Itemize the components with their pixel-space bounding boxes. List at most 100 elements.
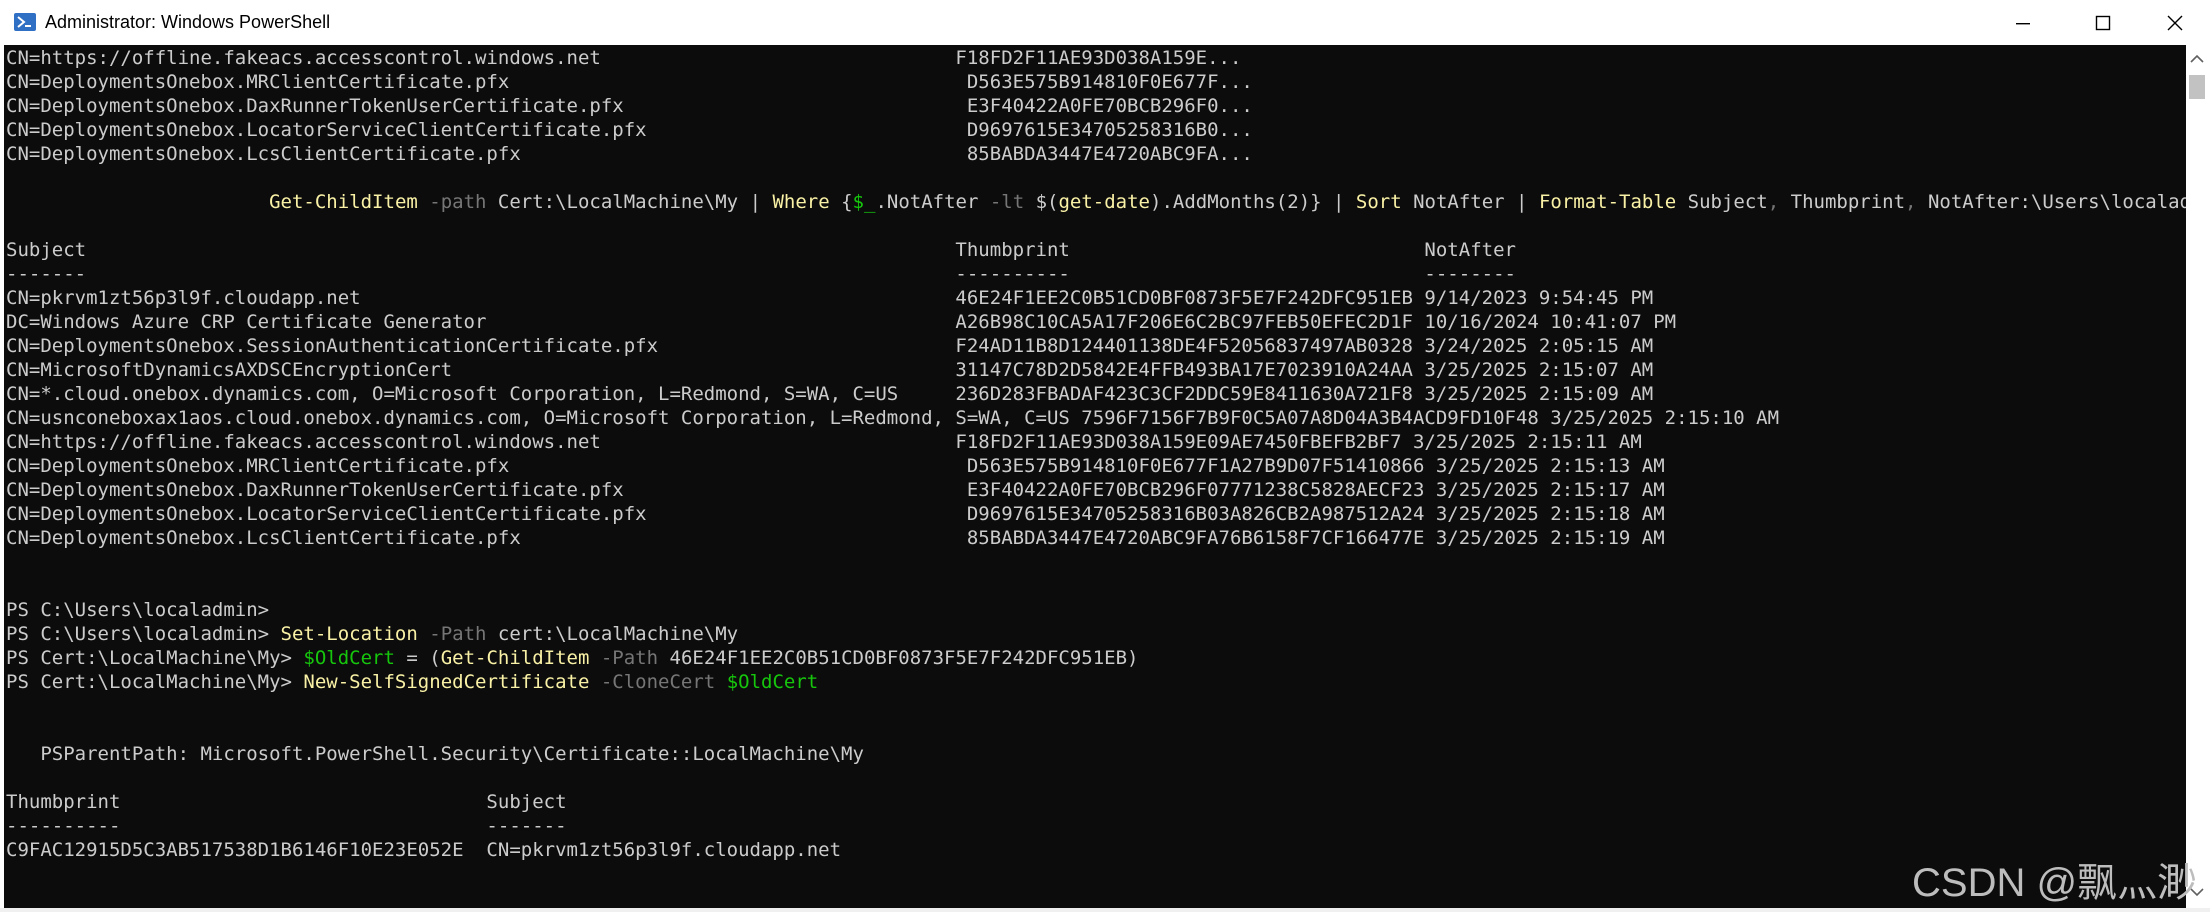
- powershell-icon: [14, 12, 36, 32]
- console-text: Where: [772, 191, 830, 213]
- console-line: CN=DeploymentsOnebox.SessionAuthenticati…: [6, 334, 2186, 358]
- console-text: CN=DeploymentsOnebox.MRClientCertificate…: [6, 71, 1253, 93]
- console-line: DC=Windows Azure CRP Certificate Generat…: [6, 310, 2186, 334]
- console-line: CN=MicrosoftDynamicsAXDSCEncryptionCert …: [6, 358, 2186, 382]
- console-line: CN=DeploymentsOnebox.LocatorServiceClien…: [6, 118, 2186, 142]
- console-line: ---------- -------: [6, 814, 2186, 838]
- console-text: Cert:\LocalMachine\My |: [486, 191, 773, 213]
- console-text: CN=pkrvm1zt56p3l9f.cloudapp.net 46E24F1E…: [6, 287, 1654, 309]
- console-text: $(: [1024, 191, 1059, 213]
- console-line: CN=DeploymentsOnebox.MRClientCertificate…: [6, 454, 2186, 478]
- console-text: ,: [1905, 191, 1917, 213]
- console-text: PS C:\Users\localadmin>: [6, 623, 281, 645]
- console-line: PSParentPath: Microsoft.PowerShell.Secur…: [6, 742, 2186, 766]
- console-text: CN=DeploymentsOnebox.LcsClientCertificat…: [6, 527, 1665, 549]
- console-text: DC=Windows Azure CRP Certificate Generat…: [6, 311, 1677, 333]
- console-lines: CN=https://offline.fakeacs.accesscontrol…: [6, 46, 2186, 862]
- console-text: .NotAfter: [875, 191, 990, 213]
- console-text: -Path: [589, 647, 659, 669]
- console-text: Get-ChildItem: [269, 191, 418, 213]
- window-title: Administrator: Windows PowerShell: [45, 12, 331, 32]
- console-line: ------- ---------- --------: [6, 262, 2186, 286]
- console-text: get-date: [1058, 191, 1150, 213]
- maximize-icon: [2095, 15, 2111, 31]
- console-text: ------- ---------- --------: [6, 263, 1516, 285]
- console-text: NotAfter:\Users\localadmin>: [1927, 191, 2186, 213]
- console-line: CN=DeploymentsOnebox.DaxRunnerTokenUserC…: [6, 94, 2186, 118]
- console-text: ).AddMonths(2)} |: [1150, 191, 1356, 213]
- console-line: PS Cert:\LocalMachine\My> New-SelfSigned…: [6, 670, 2186, 694]
- console-text: Subject Thumbprint NotAfter: [6, 239, 1516, 261]
- console-text: -Path: [417, 623, 487, 645]
- maximize-button[interactable]: [2068, 0, 2138, 45]
- console-text: CN=usnconeboxax1aos.cloud.onebox.dynamic…: [6, 407, 1780, 429]
- console-line: Thumbprint Subject: [6, 790, 2186, 814]
- console-line: CN=DeploymentsOnebox.LocatorServiceClien…: [6, 502, 2186, 526]
- title-bar[interactable]: Administrator: Windows PowerShell: [0, 0, 2210, 45]
- console-line: CN=*.cloud.onebox.dynamics.com, O=Micros…: [6, 382, 2186, 406]
- console-text: CN=DeploymentsOnebox.MRClientCertificate…: [6, 455, 1665, 477]
- minimize-icon: [2015, 15, 2031, 31]
- console-output[interactable]: CN=https://offline.fakeacs.accesscontrol…: [4, 45, 2186, 908]
- console-line: PS Cert:\LocalMachine\My> $OldCert = (Ge…: [6, 646, 2186, 670]
- console-line: CN=DeploymentsOnebox.LcsClientCertificat…: [6, 526, 2186, 550]
- console-text: 46E24F1EE2C0B51CD0BF0873F5E7F242DFC951EB…: [658, 647, 1139, 669]
- console-line: CN=DeploymentsOnebox.DaxRunnerTokenUserC…: [6, 478, 2186, 502]
- console-text: $OldCert: [303, 647, 395, 669]
- console-text: NotAfter |: [1401, 191, 1539, 213]
- scroll-up-arrow-icon[interactable]: [2190, 51, 2204, 69]
- console-text: CN=DeploymentsOnebox.LocatorServiceClien…: [6, 119, 1253, 141]
- console-text: Get-ChildItem: [440, 647, 590, 669]
- console-text: CN=DeploymentsOnebox.LocatorServiceClien…: [6, 503, 1665, 525]
- console-line: CN=https://offline.fakeacs.accesscontrol…: [6, 430, 2186, 454]
- console-line: Subject Thumbprint NotAfter: [6, 238, 2186, 262]
- console-text: Sort: [1355, 191, 1402, 213]
- console-text: Thumbprint: [1779, 191, 1906, 213]
- console-text: ---------- -------: [6, 815, 567, 837]
- console-line: CN=DeploymentsOnebox.LcsClientCertificat…: [6, 142, 2186, 166]
- console-text: New-SelfSignedCertificate: [303, 671, 590, 693]
- console-text: {: [829, 191, 853, 213]
- close-button[interactable]: [2140, 0, 2210, 45]
- console-text: CN=DeploymentsOnebox.SessionAuthenticati…: [6, 335, 1654, 357]
- powershell-window: Administrator: Windows PowerShell CN=htt…: [0, 0, 2210, 912]
- console-text: -path: [417, 191, 487, 213]
- console-line: CN=https://offline.fakeacs.accesscontrol…: [6, 46, 2186, 70]
- console-text: CN=*.cloud.onebox.dynamics.com, O=Micros…: [6, 383, 1654, 405]
- console-text: Subject: [1676, 191, 1768, 213]
- console-text: CN=DeploymentsOnebox.LcsClientCertificat…: [6, 143, 1253, 165]
- vertical-scrollbar[interactable]: [2186, 45, 2208, 908]
- console-line: CN=DeploymentsOnebox.MRClientCertificate…: [6, 70, 2186, 94]
- console-line: CN=usnconeboxax1aos.cloud.onebox.dynamic…: [6, 406, 2186, 430]
- console-text: CN=https://offline.fakeacs.accesscontrol…: [6, 47, 1242, 69]
- console-text: CN=DeploymentsOnebox.DaxRunnerTokenUserC…: [6, 479, 1665, 501]
- console-text: $OldCert: [726, 671, 819, 693]
- console-text: PS Cert:\LocalMachine\My>: [6, 671, 304, 693]
- console-text: Format-Table: [1538, 191, 1677, 213]
- watermark: CSDN @飘灬渺: [1912, 861, 2198, 905]
- console-text: CN=MicrosoftDynamicsAXDSCEncryptionCert …: [6, 359, 1654, 381]
- console-text: -lt: [989, 191, 1025, 213]
- close-icon: [2167, 15, 2183, 31]
- minimize-button[interactable]: [1988, 0, 2058, 45]
- console-text: cert:\LocalMachine\My: [486, 623, 739, 645]
- console-text: $_: [852, 191, 876, 213]
- console-text: CN=DeploymentsOnebox.DaxRunnerTokenUserC…: [6, 95, 1253, 117]
- console-text: PS Cert:\LocalMachine\My>: [6, 647, 304, 669]
- console-line: PS C:\Users\localadmin> Set-Location -Pa…: [6, 622, 2186, 646]
- console-text: CN=https://offline.fakeacs.accesscontrol…: [6, 431, 1642, 453]
- console-text: PS C:\Users\localadmin>: [6, 599, 270, 621]
- console-text: = (: [394, 647, 441, 669]
- console-line: PS C:\Users\localadmin>: [6, 598, 2186, 622]
- console-text: PSParentPath: Microsoft.PowerShell.Secur…: [6, 743, 864, 765]
- scrollbar-thumb[interactable]: [2189, 75, 2205, 99]
- console-text: C9FAC12915D5C3AB517538D1B6146F10E23E052E…: [6, 839, 842, 861]
